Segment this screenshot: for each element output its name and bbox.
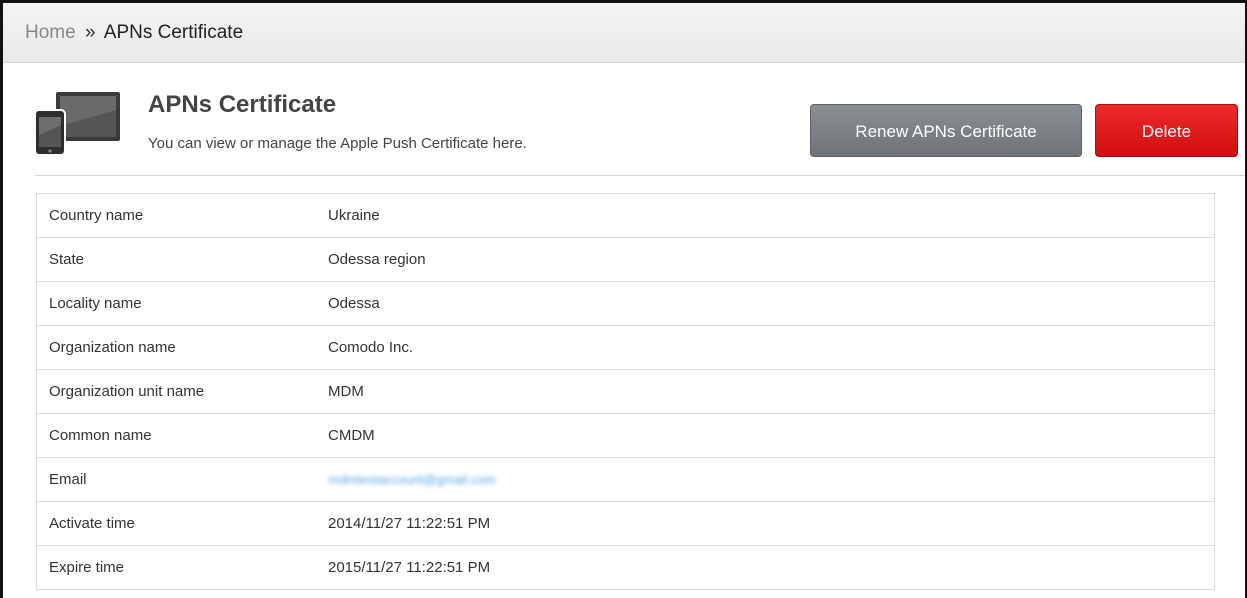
delete-button[interactable]: Delete: [1095, 104, 1238, 157]
table-row: Expire time 2015/11/27 11:22:51 PM: [36, 545, 1215, 590]
breadcrumb-separator: »: [84, 22, 96, 43]
field-label: Common name: [36, 413, 314, 458]
field-label: State: [36, 237, 314, 282]
table-row: Country name Ukraine: [36, 193, 1215, 238]
field-value: Odessa region: [314, 237, 1215, 282]
field-label: Organization name: [36, 325, 314, 370]
field-value-email: mdmtestaccount@gmail.com: [314, 457, 1215, 502]
field-value: CMDM: [314, 413, 1215, 458]
table-row: Email mdmtestaccount@gmail.com: [36, 457, 1215, 502]
field-label: Organization unit name: [36, 369, 314, 414]
page-subtitle: You can view or manage the Apple Push Ce…: [148, 135, 527, 152]
breadcrumb: Home » APNs Certificate: [3, 3, 1245, 63]
breadcrumb-current: APNs Certificate: [103, 22, 244, 43]
field-value: MDM: [314, 369, 1215, 414]
table-row: Common name CMDM: [36, 413, 1215, 458]
table-row: Locality name Odessa: [36, 281, 1215, 326]
breadcrumb-home-link[interactable]: Home: [25, 22, 76, 43]
field-label: Locality name: [36, 281, 314, 326]
page-title: APNs Certificate: [148, 91, 337, 118]
field-value: Odessa: [314, 281, 1215, 326]
field-value: 2015/11/27 11:22:51 PM: [314, 545, 1215, 590]
table-row: Organization unit name MDM: [36, 369, 1215, 414]
field-label: Email: [36, 457, 314, 502]
header-divider: [35, 175, 1245, 176]
field-value: Ukraine: [314, 193, 1215, 238]
field-label: Country name: [36, 193, 314, 238]
table-row: Organization name Comodo Inc.: [36, 325, 1215, 370]
field-label: Activate time: [36, 501, 314, 546]
table-row: Activate time 2014/11/27 11:22:51 PM: [36, 501, 1215, 546]
renew-certificate-button[interactable]: Renew APNs Certificate: [810, 104, 1082, 157]
email-value: mdmtestaccount@gmail.com: [328, 472, 496, 487]
certificate-details-table: Country name Ukraine State Odessa region…: [36, 193, 1215, 590]
field-label: Expire time: [36, 545, 314, 590]
field-value: 2014/11/27 11:22:51 PM: [314, 501, 1215, 546]
table-row: State Odessa region: [36, 237, 1215, 282]
field-value: Comodo Inc.: [314, 325, 1215, 370]
devices-icon: [34, 92, 120, 156]
